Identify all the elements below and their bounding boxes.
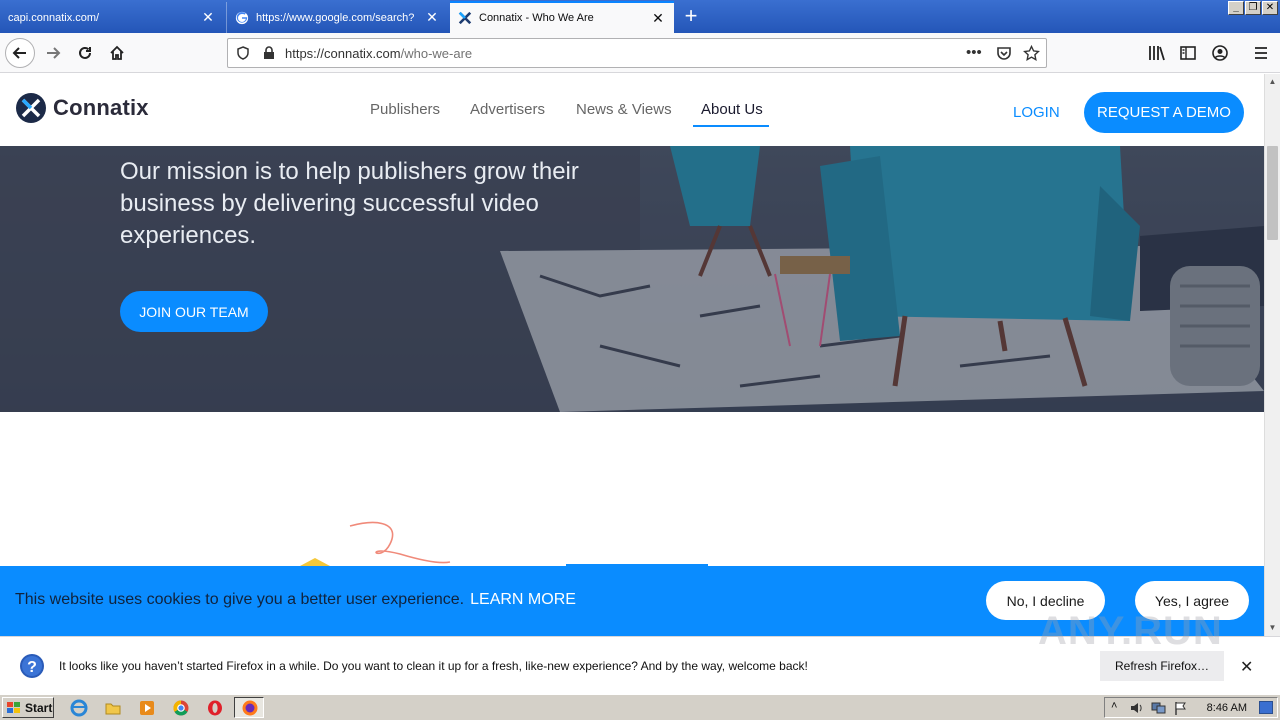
page-scrollbar[interactable]: ▲ ▼ xyxy=(1264,74,1280,636)
volume-icon[interactable] xyxy=(1129,701,1145,715)
library-icon[interactable] xyxy=(1148,45,1166,61)
connatix-logo[interactable]: Connatix xyxy=(15,92,149,124)
page-actions-icon[interactable]: ••• xyxy=(966,44,982,61)
cookie-message-text: This website uses cookies to give you a … xyxy=(15,591,465,608)
url-bar[interactable]: https://connatix.com/who-we-are ••• xyxy=(227,38,1047,68)
ie-icon[interactable] xyxy=(70,699,88,717)
windows-logo-icon xyxy=(7,701,20,713)
tab-connatix[interactable]: Connatix - Who We Are ✕ xyxy=(450,1,674,33)
folder-icon[interactable] xyxy=(104,699,122,717)
tab-google[interactable]: https://www.google.com/search? ✕ xyxy=(226,2,448,33)
refresh-firefox-button[interactable]: Refresh Firefox… xyxy=(1100,651,1224,681)
question-icon: ? xyxy=(20,654,44,678)
url-host: https://connatix.com xyxy=(285,46,401,61)
windows-taskbar: Start ˄ 8:46 AM xyxy=(0,694,1280,720)
nav-about-us[interactable]: About Us xyxy=(701,101,763,118)
home-button[interactable] xyxy=(102,38,132,68)
account-icon[interactable] xyxy=(1212,45,1228,61)
active-nav-underline xyxy=(693,125,769,127)
restore-button[interactable]: ❐ xyxy=(1245,1,1261,15)
tracking-shield-icon[interactable] xyxy=(236,46,250,60)
scroll-down-arrow-icon[interactable]: ▼ xyxy=(1265,620,1280,635)
connatix-logo-icon xyxy=(16,93,46,123)
pocket-icon[interactable] xyxy=(996,46,1012,61)
logo-text: Connatix xyxy=(53,95,149,120)
nav-publishers[interactable]: Publishers xyxy=(370,101,440,118)
join-our-team-button[interactable]: JOIN OUR TEAM xyxy=(120,291,268,332)
google-icon xyxy=(235,11,249,24)
forward-arrow-icon xyxy=(47,47,61,59)
system-tray: ˄ 8:46 AM xyxy=(1104,697,1278,718)
close-tab-icon[interactable]: ✕ xyxy=(650,10,666,26)
hero-section: Our mission is to help publishers grow t… xyxy=(0,146,1264,412)
home-icon xyxy=(110,45,124,60)
forward-button[interactable] xyxy=(38,38,68,68)
lock-icon[interactable] xyxy=(263,46,275,60)
back-arrow-icon xyxy=(12,47,26,59)
reload-icon xyxy=(79,46,91,59)
tray-expand-icon[interactable]: ˄ xyxy=(1111,700,1117,712)
start-label: Start xyxy=(25,700,53,715)
login-link[interactable]: LOGIN xyxy=(1013,104,1060,121)
network-icon[interactable] xyxy=(1151,701,1167,715)
tab-capi[interactable]: capi.connatix.com/ ✕ xyxy=(0,2,224,33)
url-path: /who-we-are xyxy=(400,46,473,61)
new-tab-button[interactable]: + xyxy=(678,4,704,30)
cookie-message: This website uses cookies to give you a … xyxy=(15,591,576,609)
close-notification-icon[interactable]: ✕ xyxy=(1240,657,1253,677)
scroll-thumb[interactable] xyxy=(1267,146,1278,240)
scroll-up-arrow-icon[interactable]: ▲ xyxy=(1265,74,1280,89)
tab-label: capi.connatix.com/ xyxy=(8,11,100,24)
start-button[interactable]: Start xyxy=(2,697,54,718)
request-demo-button[interactable]: REQUEST A DEMO xyxy=(1084,92,1244,133)
minimize-button[interactable]: _ xyxy=(1228,1,1244,15)
connatix-favicon-icon xyxy=(458,11,472,25)
close-window-button[interactable]: ✕ xyxy=(1262,1,1278,15)
chrome-icon[interactable] xyxy=(172,699,190,717)
back-button[interactable] xyxy=(5,38,35,68)
action-center-flag-icon[interactable] xyxy=(1173,701,1189,715)
sidebar-icon[interactable] xyxy=(1180,45,1196,61)
taskbar-clock: 8:46 AM xyxy=(1206,702,1247,714)
learn-more-link[interactable]: LEARN MORE xyxy=(470,591,576,608)
screen: capi.connatix.com/ ✕ https://www.google.… xyxy=(0,0,1280,720)
nav-advertisers[interactable]: Advertisers xyxy=(470,101,545,118)
close-tab-icon[interactable]: ✕ xyxy=(424,9,440,26)
site-header: Connatix Publishers Advertisers News & V… xyxy=(0,74,1264,146)
bookmark-star-icon[interactable] xyxy=(1023,45,1040,62)
tab-bar: capi.connatix.com/ ✕ https://www.google.… xyxy=(0,0,1280,33)
firefox-icon xyxy=(242,700,258,716)
page-viewport: Connatix Publishers Advertisers News & V… xyxy=(0,74,1264,636)
tab-label: https://www.google.com/search? xyxy=(256,11,415,24)
nav-bar: https://connatix.com/who-we-are ••• xyxy=(0,33,1280,73)
close-tab-icon[interactable]: ✕ xyxy=(200,9,216,26)
tab-label: Connatix - Who We Are xyxy=(479,12,594,24)
media-player-icon[interactable] xyxy=(138,699,156,717)
nav-news-views[interactable]: News & Views xyxy=(576,101,672,118)
reload-button[interactable] xyxy=(70,38,100,68)
show-desktop-icon[interactable] xyxy=(1259,701,1273,714)
svg-text:?: ? xyxy=(27,659,37,676)
watermark: ANY.RUN xyxy=(1038,609,1223,653)
menu-hamburger-icon[interactable] xyxy=(1254,45,1268,61)
opera-icon[interactable] xyxy=(206,699,224,717)
firefox-taskbar-button[interactable] xyxy=(234,697,264,718)
mission-statement: Our mission is to help publishers grow t… xyxy=(120,158,579,249)
decorative-doodles xyxy=(300,521,708,570)
notification-message: It looks like you haven’t started Firefo… xyxy=(59,659,808,673)
url-text[interactable]: https://connatix.com/who-we-are xyxy=(285,46,472,61)
